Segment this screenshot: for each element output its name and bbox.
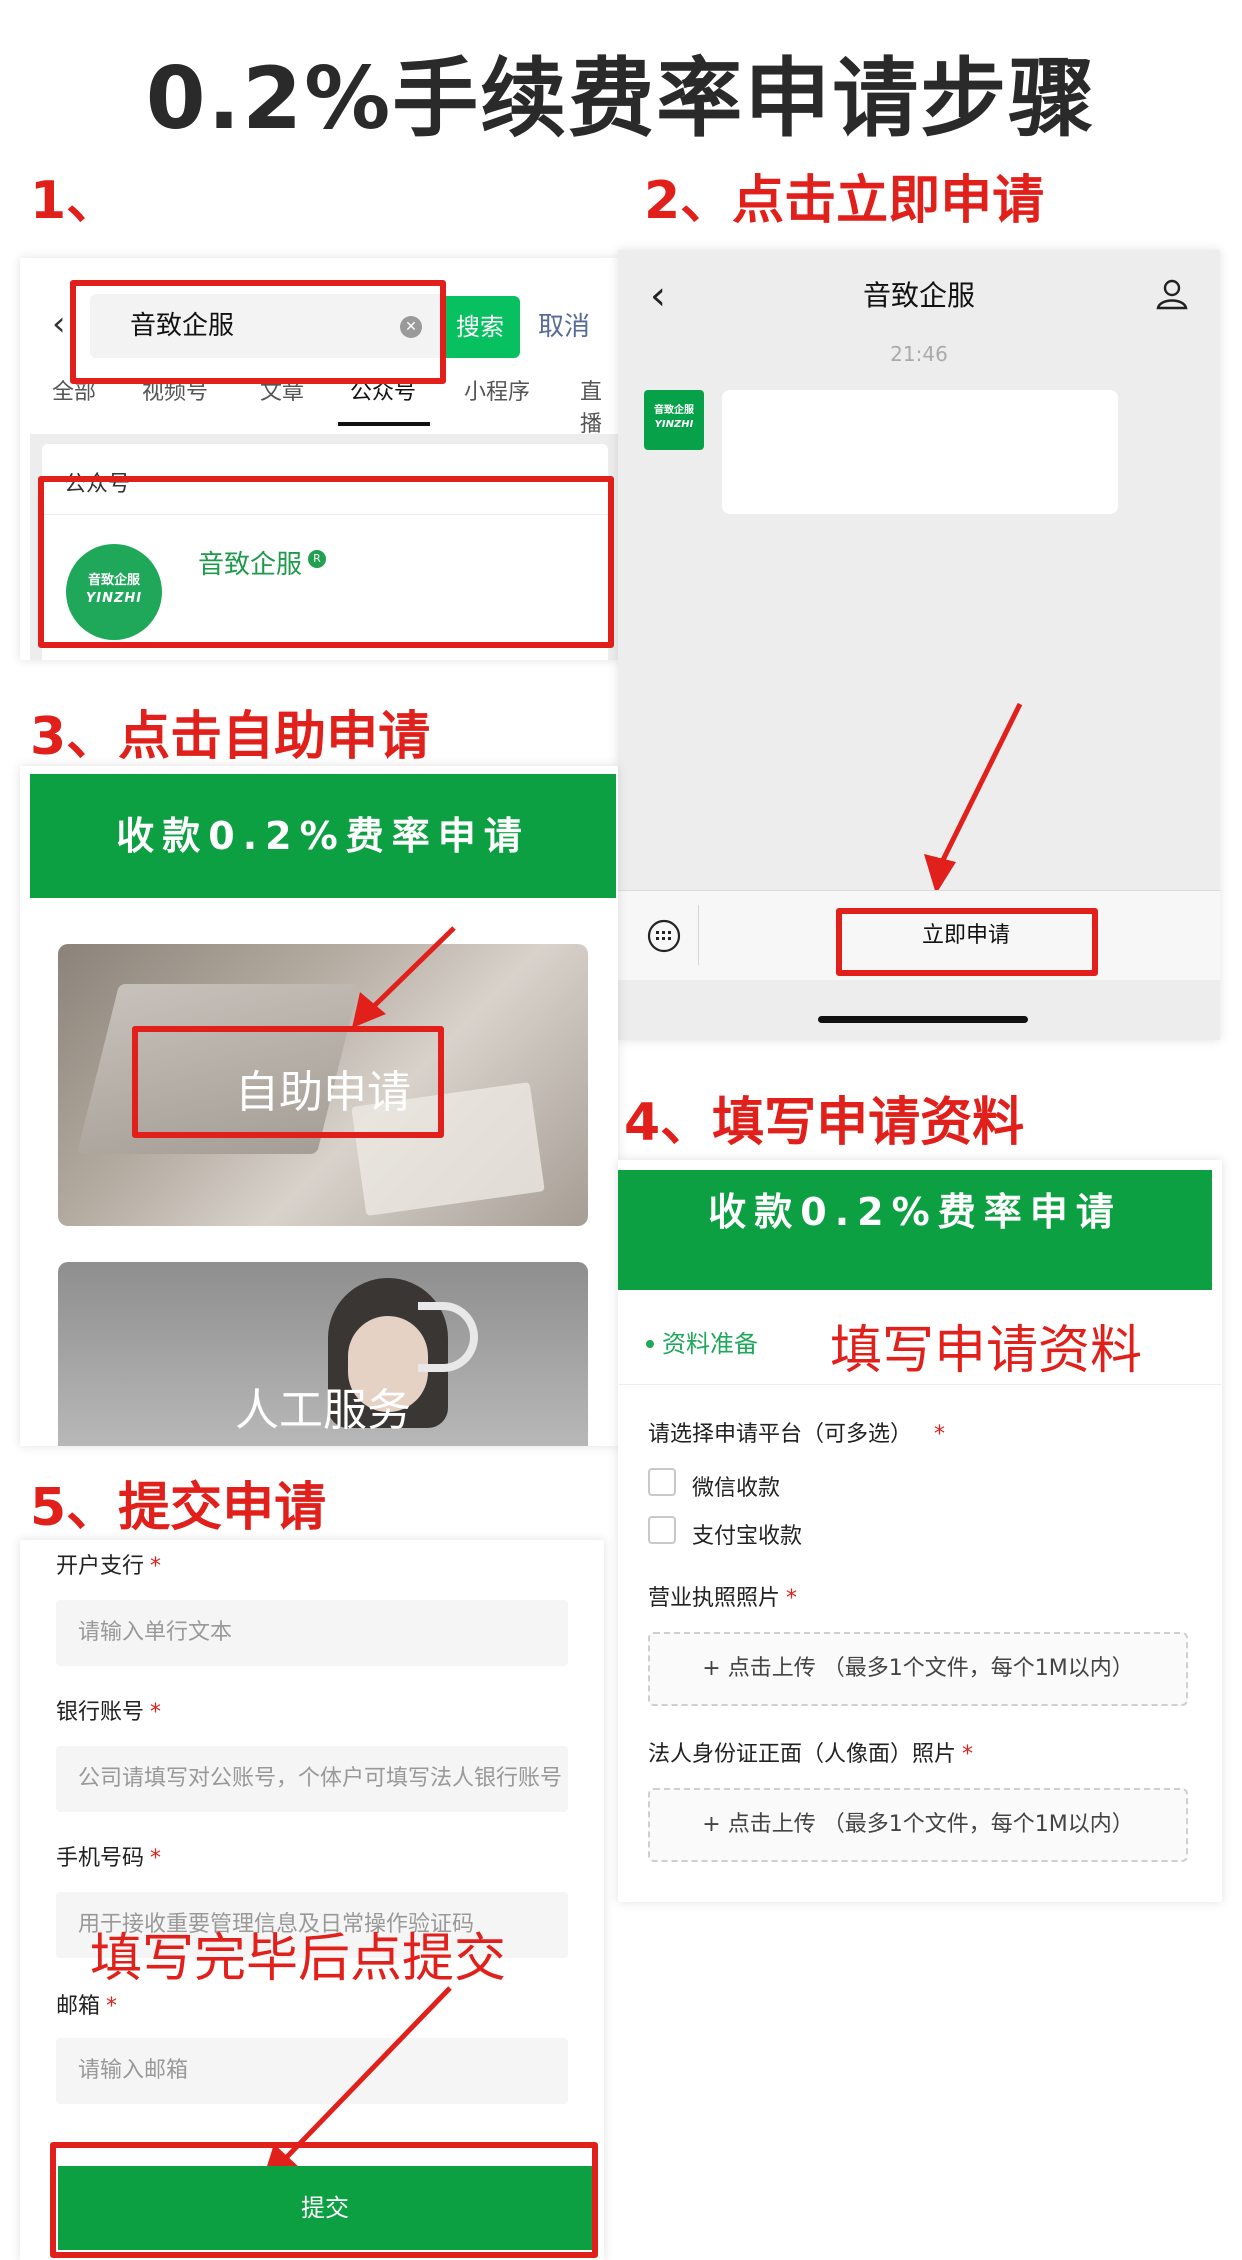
section-title: 资料准备 — [662, 1330, 758, 1358]
service-screen: 收款0.2%费率申请 自助申请 人工服务 — [20, 766, 618, 1446]
human-service-label: 人工服务 — [235, 1385, 411, 1436]
submit-screen: 开户支行 * 请输入单行文本 银行账号 * 公司请填写对公账号，个体户可填写法人银行… — [20, 1540, 604, 2260]
step-5-label: 5、提交申请 — [30, 1478, 327, 1538]
step-1-label: 1、 — [30, 171, 119, 231]
chat-screen: 音致企服 ‹ 21:46 音致企服 YINZHI 立即申请 — [618, 250, 1220, 1040]
required-mark: * — [962, 1742, 974, 1767]
tab-mini-programs[interactable]: 小程序 — [464, 374, 530, 406]
back-icon[interactable]: ‹ — [52, 304, 66, 344]
id-card-label-text: 法人身份证正面（人像面）照片 — [648, 1742, 957, 1767]
step-3-label: 3、点击自助申请 — [30, 707, 431, 767]
checkbox-alipay[interactable] — [648, 1516, 676, 1544]
form-screen: 收款0.2%费率申请 资料准备 填写申请资料 请选择申请平台（可多选） * 微信收… — [618, 1160, 1222, 1902]
step-4-label: 4、填写申请资料 — [624, 1093, 1025, 1153]
option-alipay-label[interactable]: 支付宝收款 — [692, 1518, 802, 1550]
tab-live[interactable]: 直播 — [580, 374, 618, 438]
highlight-search-box — [70, 280, 446, 384]
headset-image — [418, 1302, 478, 1372]
search-screen: ‹ 音致企服 ✕ 搜索 取消 全部 视频号 文章 公众号 小程序 直播 公众号 … — [20, 258, 618, 660]
platform-label-text: 请选择申请平台（可多选） — [648, 1422, 913, 1447]
human-service-card[interactable]: 人工服务 — [58, 1262, 588, 1446]
home-indicator — [818, 1016, 1028, 1023]
menu-divider — [698, 905, 699, 965]
license-upload-button[interactable]: + 点击上传 （最多1个文件，每个1M以内） — [648, 1632, 1188, 1706]
checkbox-wechat[interactable] — [648, 1468, 676, 1496]
license-label-text: 营业执照照片 — [648, 1586, 781, 1611]
annotation-text: 填写申请资料 — [830, 1321, 1143, 1381]
keyboard-icon[interactable] — [646, 918, 682, 954]
form-banner: 收款0.2%费率申请 — [618, 1170, 1212, 1290]
divider — [618, 1384, 1222, 1385]
highlight-apply-now — [836, 908, 1098, 976]
section-dot — [646, 1340, 654, 1348]
highlight-submit — [50, 2142, 598, 2258]
id-card-label: 法人身份证正面（人像面）照片 * — [648, 1736, 973, 1768]
highlight-account-result — [38, 476, 614, 648]
license-label: 营业执照照片 * — [648, 1580, 797, 1612]
search-button[interactable]: 搜索 — [440, 296, 520, 358]
option-wechat-label[interactable]: 微信收款 — [692, 1470, 780, 1502]
step-2-label: 2、点击立即申请 — [644, 171, 1045, 231]
page-title: 0.2%手续费率申请步骤 — [145, 49, 1097, 149]
required-mark: * — [934, 1422, 946, 1447]
id-card-upload-button[interactable]: + 点击上传 （最多1个文件，每个1M以内） — [648, 1788, 1188, 1862]
platform-label: 请选择申请平台（可多选） * — [648, 1416, 945, 1448]
cancel-button[interactable]: 取消 — [538, 296, 590, 358]
required-mark: * — [786, 1586, 798, 1611]
active-tab-indicator — [338, 422, 430, 426]
